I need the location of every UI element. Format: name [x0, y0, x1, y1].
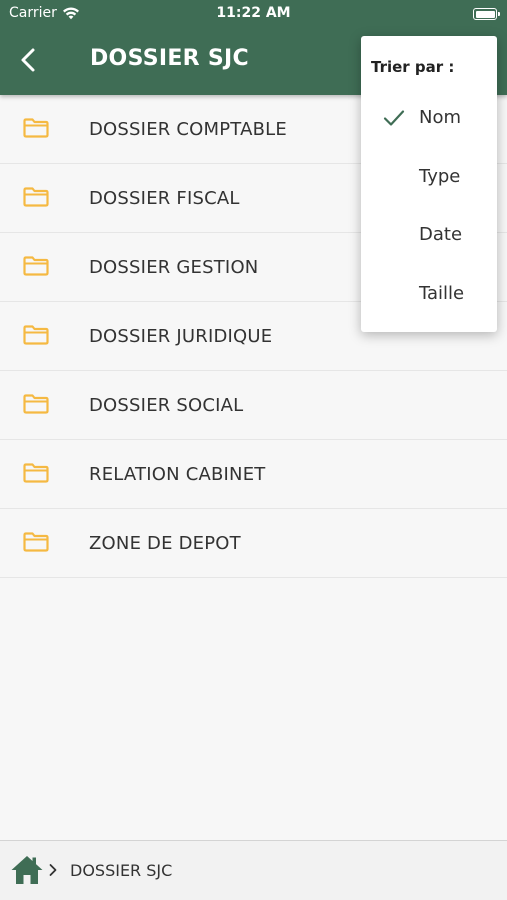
sort-menu-title: Trier par : [371, 58, 455, 76]
back-button[interactable] [10, 42, 46, 78]
folder-icon [23, 118, 49, 138]
battery-icon [473, 8, 500, 20]
folder-icon [23, 532, 49, 552]
battery-level [475, 10, 495, 18]
sort-option-label: Taille [419, 283, 465, 304]
chevron-right-icon [49, 864, 57, 876]
folder-label: DOSSIER COMPTABLE [89, 118, 287, 140]
folder-icon [23, 463, 49, 483]
home-icon[interactable] [10, 854, 44, 886]
folder-icon [23, 394, 49, 414]
page-title: DOSSIER SJC [90, 46, 249, 71]
sort-option-taille[interactable]: Taille [361, 272, 497, 316]
list-item[interactable]: DOSSIER SOCIAL [0, 371, 507, 440]
sort-option-type[interactable]: Type [361, 155, 497, 199]
folder-label: DOSSIER JURIDIQUE [89, 325, 273, 347]
sort-option-label: Nom [419, 107, 462, 128]
folder-label: ZONE DE DEPOT [89, 532, 241, 554]
list-item[interactable]: ZONE DE DEPOT [0, 509, 507, 578]
status-bar: Carrier 11:22 AM [0, 0, 507, 28]
folder-label: DOSSIER FISCAL [89, 187, 240, 209]
breadcrumb: DOSSIER SJC [0, 840, 507, 900]
checkmark-icon [383, 110, 405, 126]
status-time: 11:22 AM [216, 5, 291, 21]
folder-label: DOSSIER GESTION [89, 256, 259, 278]
sort-option-label: Date [419, 224, 463, 245]
folder-label: RELATION CABINET [89, 463, 266, 485]
chevron-left-icon [21, 48, 35, 72]
folder-label: DOSSIER SOCIAL [89, 394, 244, 416]
sort-option-nom[interactable]: Nom [361, 96, 497, 140]
breadcrumb-item[interactable]: DOSSIER SJC [70, 861, 172, 880]
folder-icon [23, 325, 49, 345]
sort-menu: Trier par : Nom Type Date Taille [361, 36, 497, 332]
sort-option-date[interactable]: Date [361, 213, 497, 257]
list-item[interactable]: RELATION CABINET [0, 440, 507, 509]
folder-icon [23, 256, 49, 276]
sort-option-label: Type [419, 166, 461, 187]
folder-icon [23, 187, 49, 207]
